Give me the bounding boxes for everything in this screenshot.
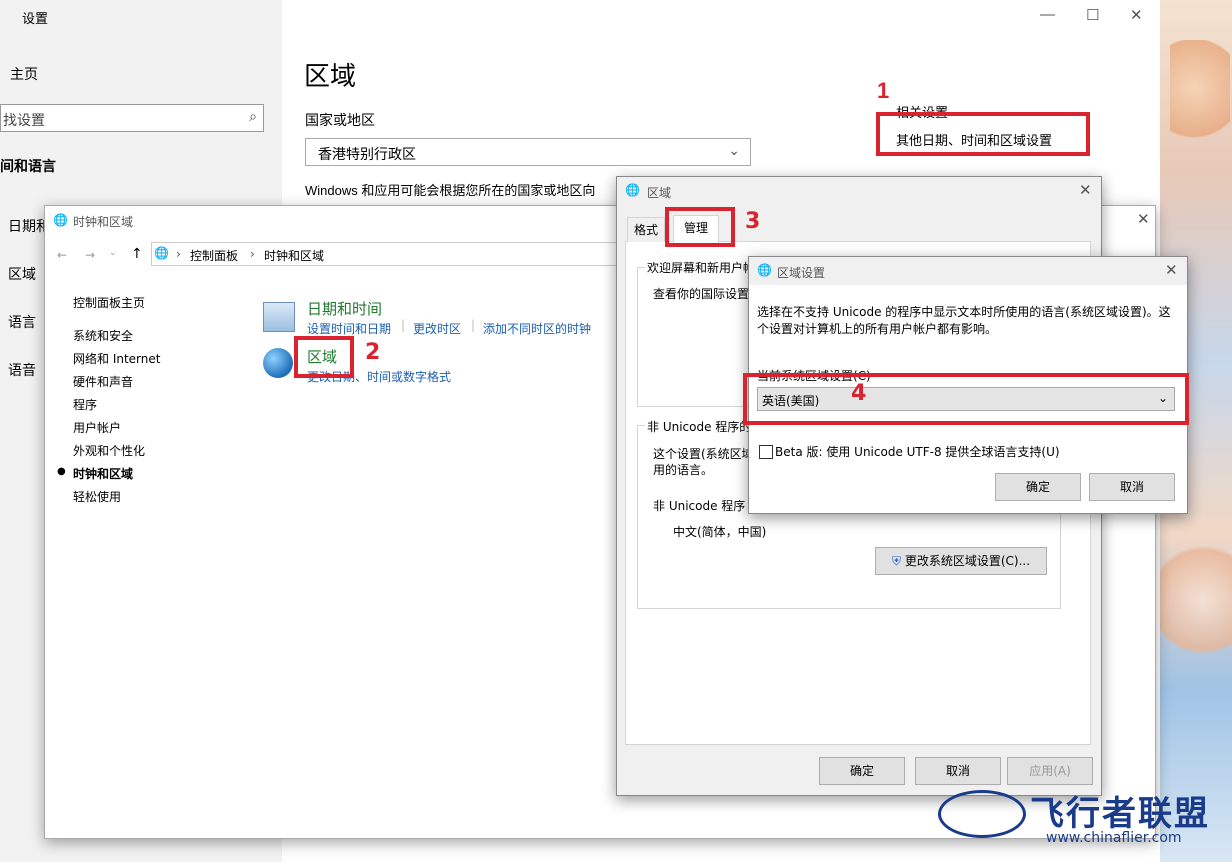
forward-icon[interactable]: →	[85, 248, 95, 262]
search-icon: ⌕	[249, 108, 257, 124]
globe-icon: 🌐	[53, 213, 68, 227]
rs-dialog-title: 区域设置	[777, 266, 826, 280]
sidebar-item-hardware[interactable]: 硬件和声音	[73, 373, 133, 390]
annotation-3: 3	[745, 209, 761, 234]
beta-utf8-checkbox[interactable]	[759, 445, 773, 459]
region-globe-icon	[263, 348, 293, 378]
cpanel-title: 时钟和区域	[73, 215, 134, 229]
rs-close-icon[interactable]: ✕	[1165, 261, 1178, 279]
section-heading: 间和语言	[0, 158, 56, 174]
datetime-heading[interactable]: 日期和时间	[307, 298, 382, 319]
annotation-2: 2	[365, 340, 381, 365]
welcome-group-title: 欢迎屏幕和新用户帐	[645, 259, 758, 276]
sidebar-item-ease[interactable]: 轻松使用	[73, 488, 121, 505]
change-system-locale-label: 更改系统区域设置(C)...	[904, 554, 1031, 568]
region-dialog-globe-icon: 🌐	[625, 183, 640, 197]
country-note: Windows 和应用可能会根据您所在的国家或地区向	[305, 183, 596, 198]
tab-format[interactable]: 格式	[627, 217, 666, 242]
current-locale-label: 非 Unicode 程序	[653, 499, 746, 513]
recent-chevron-icon[interactable]: ⌄	[109, 248, 117, 258]
annotation-4: 4	[851, 381, 867, 406]
current-locale-value: 中文(简体，中国)	[673, 525, 767, 539]
separator: |	[471, 318, 476, 332]
cancel-button[interactable]: 取消	[915, 757, 1001, 785]
add-clocks-link[interactable]: 添加不同时区的时钟	[483, 320, 591, 337]
set-time-link[interactable]: 设置时间和日期	[307, 320, 391, 337]
rs-desc-1: 选择在不支持 Unicode 的程序中显示文本时所使用的语言(系统区域设置)。这	[757, 305, 1171, 319]
back-icon[interactable]: ←	[57, 248, 67, 262]
chevron-down-icon: ⌄	[728, 142, 740, 158]
address-globe-icon: 🌐	[154, 246, 169, 260]
apply-button[interactable]: 应用(A)	[1007, 757, 1093, 785]
cpanel-close-icon[interactable]: ✕	[1137, 210, 1150, 228]
search-placeholder: 找设置	[3, 112, 45, 128]
country-select[interactable]: 香港特别行政区 ⌄	[305, 138, 751, 166]
change-timezone-link[interactable]: 更改时区	[413, 320, 461, 337]
settings-title: 设置	[22, 11, 49, 26]
highlight-box-3	[665, 207, 735, 247]
page-title: 区域	[304, 61, 357, 91]
highlight-box-2	[294, 336, 354, 378]
nav-region[interactable]: 区域	[8, 264, 36, 284]
change-system-locale-button[interactable]: ⛨ 更改系统区域设置(C)...	[875, 547, 1047, 575]
watermark-text: 飞行者联盟	[1030, 794, 1210, 834]
rs-desc-2: 个设置对计算机上的所有用户帐户都有影响。	[757, 322, 998, 336]
breadcrumb-control-panel[interactable]: 控制面板	[190, 247, 238, 264]
current-bullet-icon: ●	[57, 466, 66, 477]
sidebar-item-clock-region[interactable]: 时钟和区域	[73, 465, 133, 482]
region-dialog-close-icon[interactable]: ✕	[1079, 181, 1092, 199]
maximize-icon[interactable]: ☐	[1086, 6, 1099, 24]
country-value: 香港特别行政区	[318, 146, 416, 162]
welcome-text: 查看你的国际设置	[653, 287, 750, 301]
sidebar-item-home[interactable]: 控制面板主页	[73, 294, 145, 311]
annotation-1: 1	[877, 78, 890, 103]
nav-language[interactable]: 语言	[8, 312, 36, 332]
minimize-icon[interactable]: —	[1040, 6, 1055, 23]
breadcrumb-sep-icon: ›	[176, 247, 181, 261]
nonunicode-group-title: 非 Unicode 程序的	[645, 418, 754, 435]
rs-globe-icon: 🌐	[757, 263, 772, 277]
highlight-box-1	[876, 112, 1090, 156]
nav-speech[interactable]: 语音	[8, 360, 36, 380]
region-settings-dialog: 🌐 区域设置 ✕ 选择在不支持 Unicode 的程序中显示文本时所使用的语言(…	[743, 256, 1189, 514]
ok-button[interactable]: 确定	[819, 757, 905, 785]
shield-icon: ⛨	[891, 554, 901, 568]
calendar-clock-icon	[263, 302, 295, 332]
highlight-box-4	[743, 373, 1189, 425]
rs-ok-button[interactable]: 确定	[995, 473, 1081, 501]
nonunicode-text-2: 用的语言。	[653, 463, 714, 477]
settings-search-input[interactable]: 找设置 ⌕	[0, 104, 264, 132]
country-label: 国家或地区	[305, 112, 375, 128]
up-icon[interactable]: ↑	[131, 246, 143, 262]
sidebar-item-programs[interactable]: 程序	[73, 396, 97, 413]
sidebar-item-accounts[interactable]: 用户帐户	[73, 419, 121, 436]
home-nav[interactable]: 主页	[10, 64, 38, 84]
logo-plane-icon	[938, 790, 1026, 838]
address-bar[interactable]: 🌐 › 控制面板 › 时钟和区域	[151, 242, 631, 266]
watermark-url: www.chinaflier.com	[1046, 830, 1182, 846]
separator: |	[401, 318, 406, 332]
sidebar-item-network[interactable]: 网络和 Internet	[73, 350, 160, 367]
close-icon[interactable]: ✕	[1130, 6, 1143, 24]
sidebar-item-appearance[interactable]: 外观和个性化	[73, 442, 145, 459]
nonunicode-text-1: 这个设置(系统区域	[653, 447, 754, 461]
breadcrumb-clock-region[interactable]: 时钟和区域	[264, 247, 324, 264]
rs-cancel-button[interactable]: 取消	[1089, 473, 1175, 501]
region-dialog-title: 区域	[647, 186, 672, 200]
beta-utf8-label: Beta 版: 使用 Unicode UTF-8 提供全球语言支持(U)	[775, 445, 1060, 459]
sidebar-item-security[interactable]: 系统和安全	[73, 327, 133, 344]
breadcrumb-sep-icon: ›	[250, 247, 255, 261]
